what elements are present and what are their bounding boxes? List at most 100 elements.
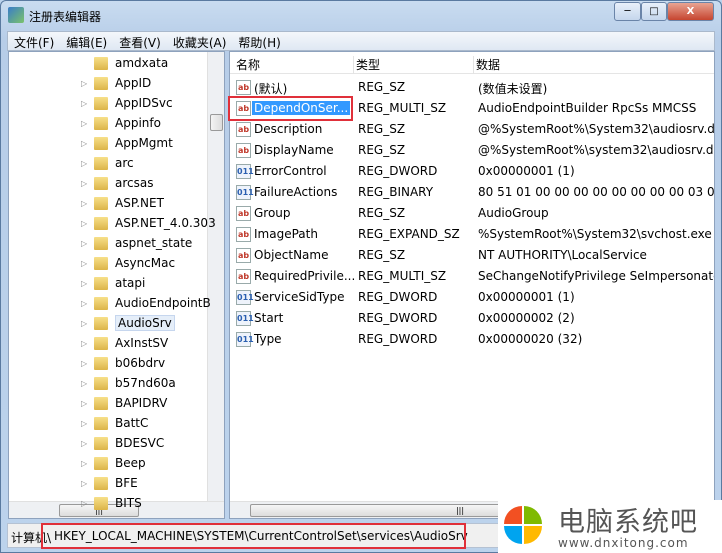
- expand-arrow-icon[interactable]: ▷: [81, 79, 91, 88]
- expand-arrow-icon[interactable]: ▷: [81, 179, 91, 188]
- expand-arrow-icon[interactable]: ▷: [81, 479, 91, 488]
- tree-item[interactable]: ▷ AsyncMac: [81, 253, 175, 273]
- expand-arrow-icon[interactable]: ▷: [81, 419, 91, 428]
- values-list: 名称 类型 数据 ||| ab (默认) REG_SZ (数值未设置) ab Depend…: [229, 51, 715, 519]
- expand-arrow-icon[interactable]: ▷: [81, 259, 91, 268]
- menu-edit[interactable]: 编辑(E): [60, 32, 113, 51]
- tree-item-label: AxInstSV: [115, 336, 169, 350]
- tree-item-label: BAPIDRV: [115, 396, 168, 410]
- watermark-brand: 电脑系统吧: [558, 507, 698, 538]
- tree-item[interactable]: ▷ AppIDSvc: [81, 93, 173, 113]
- tree-item[interactable]: ▷ ASP.NET_4.0.303: [81, 213, 216, 233]
- minimize-button[interactable]: ─: [614, 2, 641, 21]
- folder-icon: [94, 476, 108, 490]
- folder-icon: [94, 116, 108, 130]
- tree-vertical-scrollbar[interactable]: [207, 52, 224, 501]
- tree-item[interactable]: ▷ arc: [81, 153, 134, 173]
- value-row[interactable]: 011 ErrorControl REG_DWORD 0x00000001 (1): [230, 161, 714, 182]
- tree-item[interactable]: ▷ BAPIDRV: [81, 393, 167, 413]
- expand-arrow-icon[interactable]: ▷: [81, 339, 91, 348]
- value-type: REG_EXPAND_SZ: [358, 227, 460, 241]
- tree-item[interactable]: ▷ b06bdrv: [81, 353, 165, 373]
- expand-arrow-icon[interactable]: ▷: [81, 279, 91, 288]
- tree-item[interactable]: ▷ arcsas: [81, 173, 153, 193]
- string-value-icon: ab: [236, 206, 251, 221]
- expand-arrow-icon[interactable]: ▷: [81, 319, 91, 328]
- value-row[interactable]: ab (默认) REG_SZ (数值未设置): [230, 77, 714, 98]
- maximize-button[interactable]: □: [641, 2, 667, 21]
- expand-arrow-icon[interactable]: ▷: [81, 219, 91, 228]
- scroll-thumb[interactable]: [210, 114, 223, 131]
- expand-arrow-icon[interactable]: ▷: [81, 499, 91, 508]
- menu-view[interactable]: 查看(V): [113, 32, 167, 51]
- tree-item[interactable]: ▷ Beep: [81, 453, 146, 473]
- menu-file[interactable]: 文件(F): [8, 32, 60, 51]
- tree-item-label: atapi: [115, 276, 146, 290]
- value-row[interactable]: ab RequiredPrivile... REG_MULTI_SZ SeChange…: [230, 266, 714, 287]
- value-name: DisplayName: [254, 143, 334, 157]
- tree-item[interactable]: ▷ atapi: [81, 273, 145, 293]
- expand-arrow-icon[interactable]: ▷: [81, 439, 91, 448]
- value-type: REG_SZ: [358, 248, 406, 262]
- tree-item[interactable]: ▷ AppID: [81, 73, 151, 93]
- menu-favorites[interactable]: 收藏夹(A): [167, 32, 233, 51]
- folder-icon: [94, 96, 108, 110]
- expand-arrow-icon[interactable]: ▷: [81, 99, 91, 108]
- expand-arrow-icon[interactable]: ▷: [81, 299, 91, 308]
- value-row[interactable]: 011 Start REG_DWORD 0x00000002 (2): [230, 308, 714, 329]
- expand-arrow-icon[interactable]: ▷: [81, 199, 91, 208]
- tree-item[interactable]: ▷ aspnet_state: [81, 233, 192, 253]
- value-data: (数值未设置): [478, 82, 548, 96]
- value-row[interactable]: ab ImagePath REG_EXPAND_SZ %SystemRoot%\Sys…: [230, 224, 714, 245]
- folder-icon: [94, 296, 108, 310]
- value-name: (默认): [254, 82, 288, 96]
- value-row[interactable]: 011 ServiceSidType REG_DWORD 0x00000001 (1): [230, 287, 714, 308]
- tree-item[interactable]: amdxata: [81, 53, 168, 73]
- tree-item[interactable]: ▷ BDESVC: [81, 433, 164, 453]
- tree-item[interactable]: ▷ BFE: [81, 473, 138, 493]
- column-header-type[interactable]: 类型: [356, 56, 474, 74]
- menu-help[interactable]: 帮助(H): [232, 32, 286, 51]
- expand-arrow-icon[interactable]: ▷: [81, 379, 91, 388]
- tree-item-label: Beep: [115, 456, 146, 470]
- column-header-name[interactable]: 名称: [236, 56, 354, 74]
- logo-quad: [524, 506, 542, 524]
- tree-item[interactable]: ▷ AxInstSV: [81, 333, 168, 353]
- tree-item-label: ASP.NET: [115, 196, 164, 210]
- tree-item[interactable]: ▷ AppMgmt: [81, 133, 173, 153]
- value-row[interactable]: 011 Type REG_DWORD 0x00000020 (32): [230, 329, 714, 350]
- tree-item[interactable]: ▷ ASP.NET: [81, 193, 164, 213]
- value-type: REG_DWORD: [358, 332, 438, 346]
- tree-item[interactable]: ▷ b57nd60a: [81, 373, 176, 393]
- expand-arrow-icon[interactable]: ▷: [81, 139, 91, 148]
- tree-item[interactable]: ▷ Appinfo: [81, 113, 161, 133]
- value-name: RequiredPrivile...: [254, 269, 356, 283]
- value-name: ImagePath: [254, 227, 318, 241]
- regedit-icon: [8, 7, 24, 23]
- tree-item-label: b57nd60a: [115, 376, 176, 390]
- value-row[interactable]: 011 FailureActions REG_BINARY 80 51 01 00 0…: [230, 182, 714, 203]
- tree-item[interactable]: ▷ BattC: [81, 413, 148, 433]
- tree-item[interactable]: ▷ AudioEndpointB: [81, 293, 211, 313]
- column-header-data[interactable]: 数据: [476, 56, 714, 74]
- tree-item[interactable]: ▷ AudioSrv: [81, 313, 175, 333]
- value-type: REG_SZ: [358, 143, 406, 157]
- tree-item[interactable]: ▷ BITS: [81, 493, 142, 513]
- value-data: %SystemRoot%\System32\svchost.exe -k: [478, 227, 715, 241]
- expand-arrow-icon[interactable]: ▷: [81, 359, 91, 368]
- expand-arrow-icon[interactable]: ▷: [81, 119, 91, 128]
- value-row[interactable]: ab Description REG_SZ @%SystemRoot%\System3…: [230, 119, 714, 140]
- value-data: AudioGroup: [478, 206, 549, 220]
- value-type: REG_MULTI_SZ: [358, 269, 447, 283]
- folder-icon: [94, 416, 108, 430]
- close-button[interactable]: X: [667, 2, 714, 21]
- value-row[interactable]: ab Group REG_SZ AudioGroup: [230, 203, 714, 224]
- expand-arrow-icon[interactable]: ▷: [81, 159, 91, 168]
- value-row[interactable]: ab ObjectName REG_SZ NT AUTHORITY\LocalServ…: [230, 245, 714, 266]
- expand-arrow-icon[interactable]: ▷: [81, 239, 91, 248]
- folder-icon: [94, 436, 108, 450]
- binary-value-icon: 011: [236, 290, 254, 305]
- expand-arrow-icon[interactable]: ▷: [81, 459, 91, 468]
- expand-arrow-icon[interactable]: ▷: [81, 399, 91, 408]
- value-row[interactable]: ab DisplayName REG_SZ @%SystemRoot%\system3…: [230, 140, 714, 161]
